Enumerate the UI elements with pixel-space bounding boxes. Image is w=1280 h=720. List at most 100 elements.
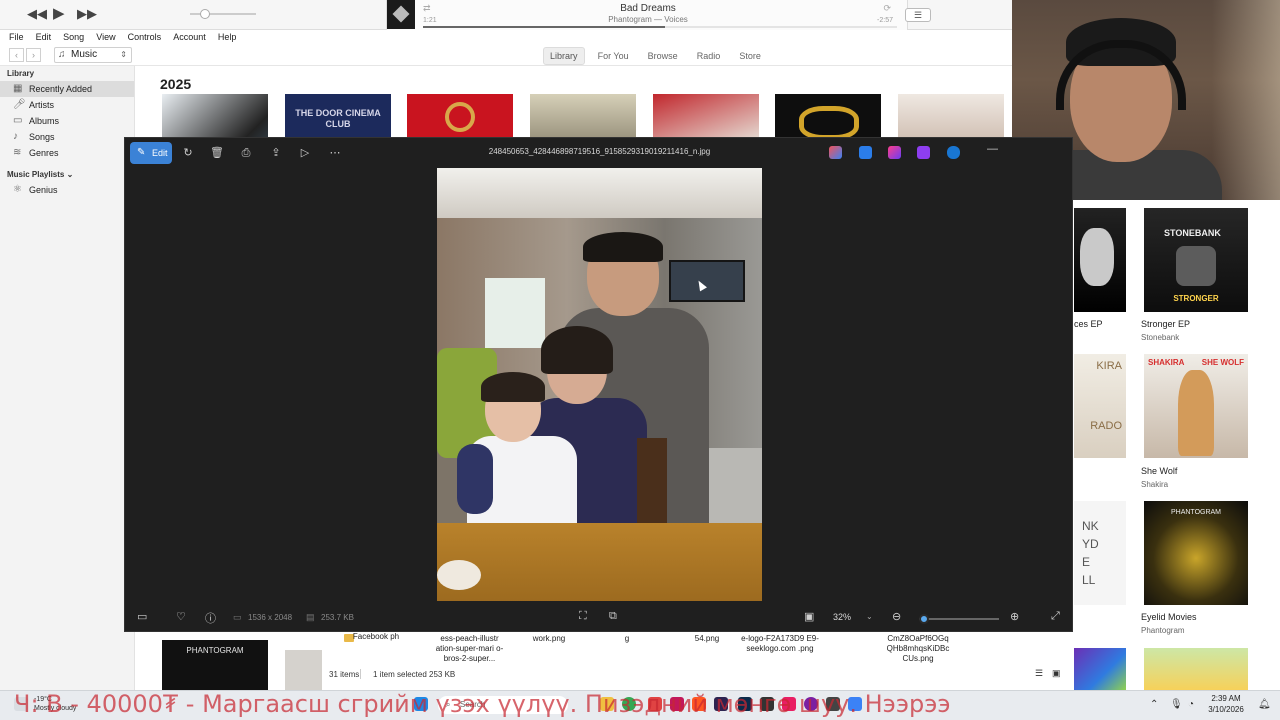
file-item[interactable]: ess-peach-illustr ation-super-mari o-bro…: [432, 634, 507, 664]
zoom-out-icon[interactable]: ⊖: [892, 610, 901, 623]
taskbar-clock[interactable]: 2:39 AM 3/10/2026: [1200, 693, 1252, 715]
album-cover[interactable]: KIRA RADO: [1074, 354, 1126, 458]
album-title[interactable]: Stronger EP: [1141, 319, 1190, 329]
menu-help[interactable]: Help: [218, 30, 237, 44]
album-artist[interactable]: Shakira: [1141, 480, 1168, 489]
file-item[interactable]: e-logo-F2A173D9 E9-seeklogo.com .png: [740, 634, 820, 654]
minimize-icon[interactable]: —: [987, 143, 998, 155]
media-kind-select[interactable]: ♫ Music ⇕: [54, 47, 132, 63]
rewind-icon[interactable]: ◀◀: [27, 6, 47, 22]
sidebar-item-artists[interactable]: 🎤︎ Artists: [0, 97, 134, 113]
favorite-icon[interactable]: ♡: [176, 610, 186, 623]
album-cover[interactable]: [1074, 208, 1126, 312]
volume-knob[interactable]: [200, 9, 210, 19]
wifi-icon[interactable]: ◔: [1188, 699, 1194, 710]
remaining-time: -2:57: [877, 17, 893, 24]
sidebar-item-genius[interactable]: ⚛ Genius: [0, 182, 134, 198]
sidebar-item-genres[interactable]: ≋ Genres: [0, 145, 134, 161]
status-divider: [360, 669, 361, 679]
photo-ceiling: [437, 168, 762, 218]
file-size: 253.7 KB: [321, 613, 354, 622]
album-artist[interactable]: Phantogram: [1141, 626, 1185, 635]
sidebar-item-recently-added[interactable]: ▦ Recently Added: [0, 81, 134, 97]
file-item[interactable]: g: [612, 634, 642, 644]
filmstrip-icon[interactable]: ▭: [137, 610, 147, 623]
album-title[interactable]: She Wolf: [1141, 466, 1177, 476]
album-cover[interactable]: PHANTOGRAM: [162, 640, 268, 690]
album-title[interactable]: Eyelid Movies: [1141, 612, 1197, 622]
album-cover-art: [1178, 370, 1214, 456]
menu-controls[interactable]: Controls: [128, 30, 162, 44]
photo-image[interactable]: [437, 168, 762, 601]
back-button[interactable]: ‹: [9, 48, 24, 62]
album-cover[interactable]: NK YD E LL: [1074, 501, 1126, 605]
menu-bar: File Edit Song View Controls Account Hel…: [0, 30, 1012, 44]
album-cover-text: STONEBANK: [1164, 228, 1221, 238]
photo-girl-hair: [481, 372, 545, 402]
webcam-background-light: [1212, 0, 1280, 200]
repeat-icon[interactable]: ⟳: [883, 3, 891, 14]
menu-file[interactable]: File: [9, 30, 24, 44]
forward-button[interactable]: ›: [26, 48, 41, 62]
playback-progress[interactable]: [423, 26, 897, 28]
album-cover[interactable]: STONEBANK STRONGER: [1144, 208, 1248, 312]
onedrive-icon[interactable]: [947, 146, 960, 159]
tab-store[interactable]: Store: [733, 48, 767, 64]
album-title[interactable]: ces EP: [1074, 319, 1103, 329]
notification-icon[interactable]: 🔔︎: [1258, 699, 1271, 710]
playlists-header-label: Music Playlists: [7, 170, 65, 179]
tab-library[interactable]: Library: [543, 47, 585, 65]
info-icon[interactable]: ⓘ: [205, 610, 216, 626]
screen: { "itunes": { "player": { "prev_icon": "…: [0, 0, 1280, 720]
details-view-icon[interactable]: ☰: [1035, 668, 1043, 679]
menu-account[interactable]: Account: [173, 30, 206, 44]
album-artist[interactable]: Stonebank: [1141, 333, 1179, 342]
fit-icon[interactable]: ⛶: [579, 610, 587, 623]
compare-icon[interactable]: ⧉: [609, 610, 617, 623]
tab-for-you[interactable]: For You: [592, 48, 635, 64]
dimensions-icon: ▭: [233, 612, 242, 622]
album-cover[interactable]: [1074, 648, 1126, 690]
album-cover-art: [1080, 228, 1114, 286]
album-cover-text: PHANTOGRAM: [1170, 509, 1222, 516]
menu-view[interactable]: View: [96, 30, 115, 44]
file-size-icon: ▤: [306, 612, 315, 622]
designer-icon[interactable]: [859, 146, 872, 159]
zoom-slider[interactable]: [919, 618, 999, 620]
chevron-down-icon[interactable]: ⌄: [866, 612, 873, 621]
zoom-in-icon[interactable]: ⊕: [1010, 610, 1019, 623]
album-icon: ▭: [13, 115, 23, 126]
photos-viewer-window: ✎ Edit ↻ 🗑︎ ⎙ ⇪ ▷ ⋯ 248450653_4284468987…: [124, 137, 1073, 632]
clock-date: 3/10/2026: [1208, 705, 1244, 714]
album-cover[interactable]: PHANTOGRAM: [1144, 501, 1248, 605]
file-item[interactable]: CmZ8OaPf6OGq QHb8mhqsKiDBc CUs.png: [878, 634, 958, 664]
album-cover-art: [1176, 246, 1216, 286]
clipchamp-icon[interactable]: [888, 146, 901, 159]
chevron-up-icon[interactable]: ⌃: [1150, 699, 1158, 710]
sidebar-item-albums[interactable]: ▭ Albums: [0, 113, 134, 129]
play-icon[interactable]: ▶: [53, 4, 65, 22]
sidebar-playlists-header[interactable]: Music Playlists ⌄: [0, 167, 134, 182]
album-cover[interactable]: [1144, 648, 1248, 690]
microphone-icon[interactable]: 🎙︎: [1170, 699, 1183, 710]
menu-edit[interactable]: Edit: [36, 30, 52, 44]
zoom-level[interactable]: 32%: [833, 612, 851, 622]
tab-browse[interactable]: Browse: [642, 48, 684, 64]
tiles-view-icon[interactable]: ▣: [1052, 668, 1061, 679]
actual-size-icon[interactable]: ▣: [804, 610, 814, 623]
tab-radio[interactable]: Radio: [691, 48, 727, 64]
fullscreen-icon[interactable]: ⤢: [1051, 610, 1060, 623]
app-icon[interactable]: [917, 146, 930, 159]
album-cover[interactable]: SHAKIRA SHE WOLF: [1144, 354, 1248, 458]
file-item[interactable]: work.png: [514, 634, 584, 644]
sidebar-item-label: Recently Added: [29, 84, 93, 94]
copilot-icon[interactable]: [829, 146, 842, 159]
album-cover[interactable]: [285, 650, 325, 690]
file-item[interactable]: Facebook ph: [336, 632, 416, 642]
sidebar-item-songs[interactable]: ♪ Songs: [0, 129, 134, 145]
menu-song[interactable]: Song: [63, 30, 84, 44]
file-item[interactable]: 54.png: [682, 634, 732, 644]
zoom-slider-thumb[interactable]: [919, 614, 929, 624]
fast-forward-icon[interactable]: ▶▶: [77, 6, 97, 22]
up-next-list-icon[interactable]: ☰: [905, 8, 931, 22]
